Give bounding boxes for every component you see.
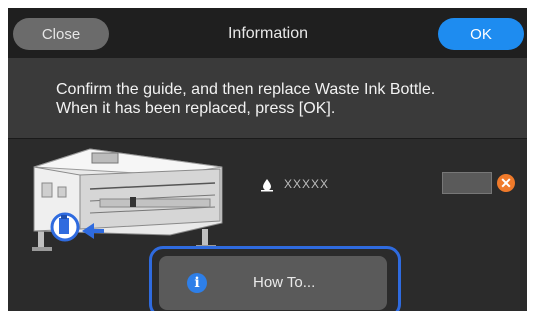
ok-button[interactable]: OK	[438, 18, 524, 50]
instruction-line-1: Confirm the guide, and then replace Wast…	[56, 81, 436, 98]
how-to-label: How To...	[253, 274, 316, 291]
instruction-panel: Confirm the guide, and then replace Wast…	[8, 58, 527, 138]
error-x-icon: ✕	[497, 174, 515, 192]
screen: Close Information OK Confirm the guide, …	[8, 8, 527, 311]
page-title: Information	[227, 25, 309, 42]
waste-ink-gauge	[442, 172, 492, 194]
printer-illustration	[32, 148, 223, 251]
info-icon: i	[187, 273, 207, 293]
instruction-line-2: When it has been replaced, press [OK].	[56, 100, 336, 117]
header-bar: Close Information OK	[8, 8, 527, 58]
instruction-text: Confirm the guide, and then replace Wast…	[56, 80, 516, 118]
ink-status-label: XXXXX	[284, 177, 330, 191]
close-button[interactable]: Close	[13, 18, 109, 50]
how-to-button[interactable]: i How To...	[159, 256, 387, 310]
ink-drop-icon	[261, 179, 273, 192]
